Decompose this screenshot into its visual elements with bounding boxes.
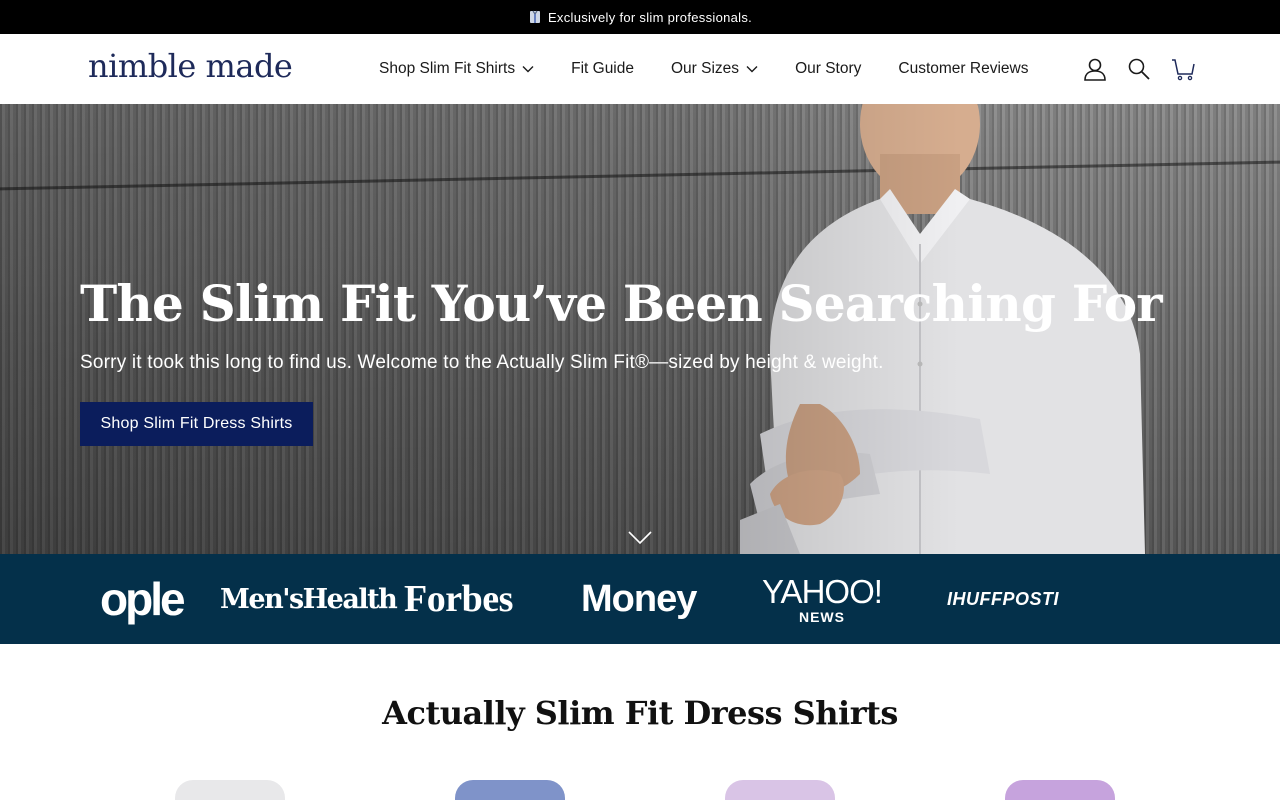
section-title: Actually Slim Fit Dress Shirts <box>382 694 898 732</box>
nimble-made-logo[interactable]: nimble made <box>88 47 293 85</box>
nav-label: Our Story <box>795 60 862 77</box>
yahoo-news-logo: YAHOO! NEWS <box>762 554 883 644</box>
nav-label: Customer Reviews <box>898 60 1029 77</box>
account-icon[interactable] <box>1082 56 1108 82</box>
site-header: nimble made Shop Slim Fit Shirts Fit Gui… <box>0 34 1280 104</box>
hero-title: The Slim Fit You’ve Been Searching For <box>80 274 1163 333</box>
product-image-purple-shirt[interactable] <box>1005 780 1115 800</box>
nav-fit-guide[interactable]: Fit Guide <box>571 60 634 78</box>
forbes-logo: Forbes <box>404 578 513 620</box>
chevron-down-icon[interactable] <box>628 531 652 545</box>
shirt-icon <box>529 10 540 23</box>
huffpost-logo: IHUFFPOSTI <box>947 588 1059 609</box>
press-logos-bar: ople Men'sHealth Forbes Money YAHOO! NEW… <box>0 554 1280 644</box>
hero-subtitle: Sorry it took this long to find us. Welc… <box>80 352 884 373</box>
cart-icon[interactable] <box>1170 56 1196 82</box>
product-image-lavender-shirt[interactable] <box>725 780 835 800</box>
search-icon[interactable] <box>1126 56 1152 82</box>
chevron-down-icon <box>746 66 758 73</box>
nav-label: Shop Slim Fit Shirts <box>379 60 516 77</box>
nav-our-story[interactable]: Our Story <box>795 60 861 78</box>
announcement-bar: Exclusively for slim professionals. <box>0 0 1280 34</box>
nav-customer-reviews[interactable]: Customer Reviews <box>898 60 1028 78</box>
people-logo: ople <box>100 573 186 625</box>
header-icons <box>1064 34 1196 104</box>
nav-label: Fit Guide <box>571 60 634 77</box>
chevron-down-icon <box>522 66 534 73</box>
money-logo: Money <box>581 577 697 620</box>
product-image-white-shirt[interactable] <box>175 780 285 800</box>
announcement-text: Exclusively for slim professionals. <box>547 9 753 25</box>
nav-shop-slim-fit-shirts[interactable]: Shop Slim Fit Shirts <box>379 60 534 78</box>
product-image-blue-shirt[interactable] <box>455 780 565 800</box>
main-nav: Shop Slim Fit Shirts Fit Guide Our Sizes… <box>379 34 1028 104</box>
hero-banner: The Slim Fit You’ve Been Searching For S… <box>0 104 1280 554</box>
mens-health-logo: Men'sHealth <box>220 583 398 615</box>
nav-label: Our Sizes <box>671 60 740 77</box>
yahoo-logo-text: YAHOO! <box>762 572 883 610</box>
shop-slim-fit-dress-shirts-button[interactable]: Shop Slim Fit Dress Shirts <box>80 402 313 446</box>
nav-our-sizes[interactable]: Our Sizes <box>671 60 758 78</box>
yahoo-news-subtext: NEWS <box>798 608 845 625</box>
